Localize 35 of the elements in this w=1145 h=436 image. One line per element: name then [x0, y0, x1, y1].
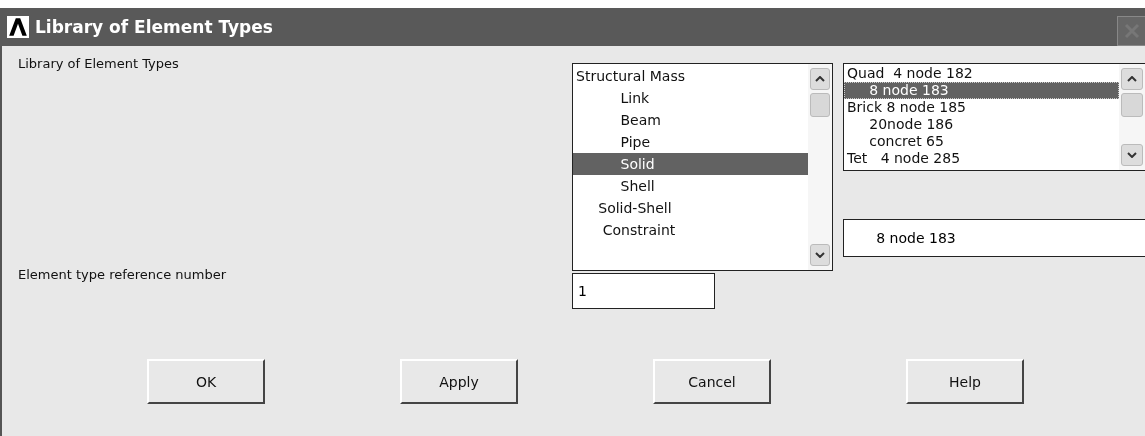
- scroll-up-button[interactable]: [810, 68, 830, 90]
- scroll-thumb[interactable]: [1121, 93, 1143, 117]
- list-item[interactable]: Beam: [573, 109, 808, 131]
- reference-number-field[interactable]: 1: [572, 273, 715, 309]
- scrollbar[interactable]: [1119, 64, 1145, 170]
- close-button[interactable]: [1117, 16, 1145, 46]
- dialog-button[interactable]: OK: [147, 359, 265, 404]
- category-list[interactable]: Structural Mass Link Beam Pipe Solid Shell Solid-Shell Constraint: [572, 63, 833, 271]
- scroll-down-button[interactable]: [1121, 144, 1143, 166]
- list-item[interactable]: concret 65: [844, 133, 1119, 150]
- dialog-button[interactable]: Cancel: [653, 359, 771, 404]
- scroll-thumb[interactable]: [810, 93, 830, 117]
- dialog-button[interactable]: Help: [906, 359, 1024, 404]
- list-item[interactable]: Structural Mass: [573, 65, 808, 87]
- list-item[interactable]: Solid: [573, 153, 808, 175]
- list-item[interactable]: 20node 186: [844, 116, 1119, 133]
- scroll-down-button[interactable]: [810, 244, 830, 266]
- scrollbar[interactable]: [808, 64, 832, 270]
- list-item[interactable]: Brick 8 node 185: [844, 99, 1119, 116]
- list-item[interactable]: Constraint: [573, 219, 808, 241]
- list-item[interactable]: Shell: [573, 175, 808, 197]
- reference-number-label: Element type reference number: [17, 266, 228, 282]
- list-item[interactable]: Quad 4 node 182: [844, 65, 1119, 82]
- library-label: Library of Element Types: [17, 55, 180, 71]
- list-item[interactable]: Link: [573, 87, 808, 109]
- list-item[interactable]: Pipe: [573, 131, 808, 153]
- list-item[interactable]: 8 node 183: [844, 82, 1119, 99]
- window-title: Library of Element Types: [35, 17, 274, 37]
- list-item[interactable]: Solid-Shell: [573, 197, 808, 219]
- element-list[interactable]: Quad 4 node 182 8 node 183 Brick 8 node 185 20node 186 concret 65 Tet 4 node 285: [843, 63, 1145, 171]
- scroll-up-button[interactable]: [1121, 68, 1143, 90]
- selected-element-field[interactable]: 8 node 183: [843, 219, 1145, 257]
- logo-icon: [7, 16, 29, 38]
- list-item[interactable]: Tet 4 node 285: [844, 150, 1119, 167]
- dialog-button[interactable]: Apply: [400, 359, 518, 404]
